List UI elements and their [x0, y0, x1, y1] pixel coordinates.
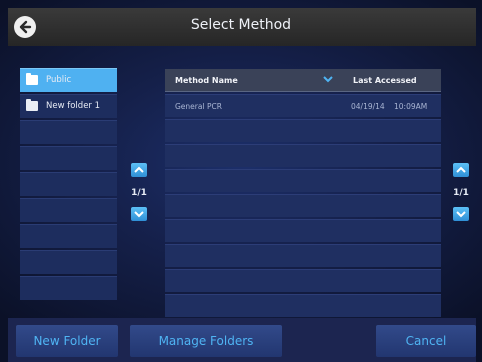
- folder-label: New folder 1: [46, 101, 101, 111]
- table-empty-row: [165, 194, 441, 217]
- folder-item-new-folder-1[interactable]: New folder 1: [20, 94, 117, 118]
- column-header-method-name[interactable]: Method Name: [175, 76, 238, 85]
- table-header: Method Name Last Accessed: [165, 69, 441, 92]
- folder-label: Public: [46, 75, 72, 85]
- table-row[interactable]: General PCR 04/19/14 10:09AM: [165, 94, 441, 117]
- chevron-up-icon: [456, 166, 466, 173]
- folder-empty-row: [20, 224, 117, 248]
- method-page-down-button[interactable]: [453, 207, 469, 221]
- folder-empty-row: [20, 172, 117, 196]
- column-header-last-accessed[interactable]: Last Accessed: [353, 76, 417, 85]
- chevron-down-icon: [134, 211, 144, 218]
- folder-empty-row: [20, 120, 117, 144]
- cancel-button[interactable]: Cancel: [376, 325, 476, 357]
- method-table: Method Name Last Accessed General PCR 04…: [165, 69, 441, 342]
- folder-empty-row: [20, 198, 117, 222]
- new-folder-button[interactable]: New Folder: [16, 325, 118, 357]
- last-accessed-date-cell: 04/19/14: [351, 102, 385, 111]
- table-empty-row: [165, 169, 441, 192]
- folder-empty-row: [20, 250, 117, 274]
- table-empty-row: [165, 144, 441, 167]
- folder-empty-row: [20, 146, 117, 170]
- folder-item-public[interactable]: Public: [20, 68, 117, 92]
- method-name-cell: General PCR: [175, 102, 222, 111]
- sort-chevron-down-icon[interactable]: [323, 75, 333, 83]
- folder-page-down-button[interactable]: [131, 207, 147, 221]
- folder-page-indicator: 1/1: [131, 188, 147, 198]
- folder-list: Public New folder 1: [20, 68, 117, 302]
- folder-icon: [26, 99, 38, 111]
- chevron-up-icon: [134, 166, 144, 173]
- folder-page-up-button[interactable]: [131, 163, 147, 177]
- manage-folders-button[interactable]: Manage Folders: [130, 325, 282, 357]
- chevron-down-icon: [456, 211, 466, 218]
- folder-icon: [26, 73, 38, 85]
- table-empty-row: [165, 219, 441, 242]
- method-page-up-button[interactable]: [453, 163, 469, 177]
- method-page-indicator: 1/1: [453, 188, 469, 198]
- page-title: Select Method: [190, 17, 292, 33]
- table-empty-row: [165, 244, 441, 267]
- folder-empty-row: [20, 276, 117, 300]
- table-empty-row: [165, 119, 441, 142]
- table-empty-row: [165, 294, 441, 317]
- last-accessed-time-cell: 10:09AM: [394, 102, 428, 111]
- table-empty-row: [165, 269, 441, 292]
